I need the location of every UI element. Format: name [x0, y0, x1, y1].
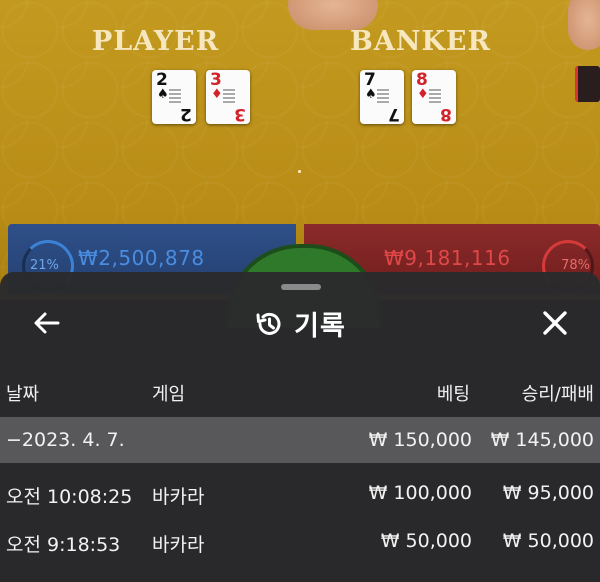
sheet-title-bar: 기록: [0, 304, 600, 343]
entry-result: ₩ 50,000: [502, 530, 594, 552]
banker-bet-total: ₩9,181,116: [384, 246, 511, 270]
entry-bet: ₩ 100,000: [368, 482, 472, 504]
entry-bet: ₩ 50,000: [380, 530, 472, 552]
group-date: −2023. 4. 7.: [6, 429, 125, 451]
player-card-2: 3 ♦ 3: [206, 70, 250, 124]
column-header-result: 승리/패배: [521, 384, 594, 405]
date-group-row[interactable]: −2023. 4. 7. ₩ 150,000 ₩ 145,000: [0, 417, 600, 463]
group-bet-total: ₩ 150,000: [368, 429, 472, 451]
banker-card-1: 7 ♠ 7: [360, 70, 404, 124]
player-pct: 21%: [30, 258, 59, 273]
table-row[interactable]: 오전 10:08:25 바카라 ₩ 100,000 ₩ 95,000: [0, 470, 600, 516]
banker-pct: 78%: [561, 258, 590, 273]
sheet-grabber[interactable]: [281, 284, 321, 290]
column-header-date: 날짜: [6, 384, 40, 405]
table-row[interactable]: 오전 9:18:53 바카라 ₩ 50,000 ₩ 50,000: [0, 518, 600, 564]
banker-label: BANKER: [350, 26, 491, 57]
close-icon: [543, 311, 567, 335]
banker-card-2: 8 ♦ 8: [412, 70, 456, 124]
history-icon: [256, 312, 281, 335]
column-header-game: 게임: [152, 384, 186, 405]
close-button[interactable]: [540, 308, 570, 338]
entry-game: 바카라: [152, 486, 205, 508]
column-header-bet: 베팅: [436, 384, 470, 405]
dealer-hand-right: [568, 0, 600, 50]
table-marker: [298, 170, 301, 173]
player-label: PLAYER: [92, 26, 220, 57]
entry-result: ₩ 95,000: [502, 482, 594, 504]
player-bet-total: ₩2,500,878: [78, 246, 205, 270]
entry-game: 바카라: [152, 534, 205, 556]
card-shoe: [575, 66, 600, 102]
group-result-total: ₩ 145,000: [490, 429, 594, 451]
sheet-title: 기록: [294, 311, 346, 342]
entry-time: 오전 9:18:53: [6, 534, 121, 556]
entry-time: 오전 10:08:25: [6, 486, 133, 508]
player-card-1: 2 ♠ 2: [152, 70, 196, 124]
